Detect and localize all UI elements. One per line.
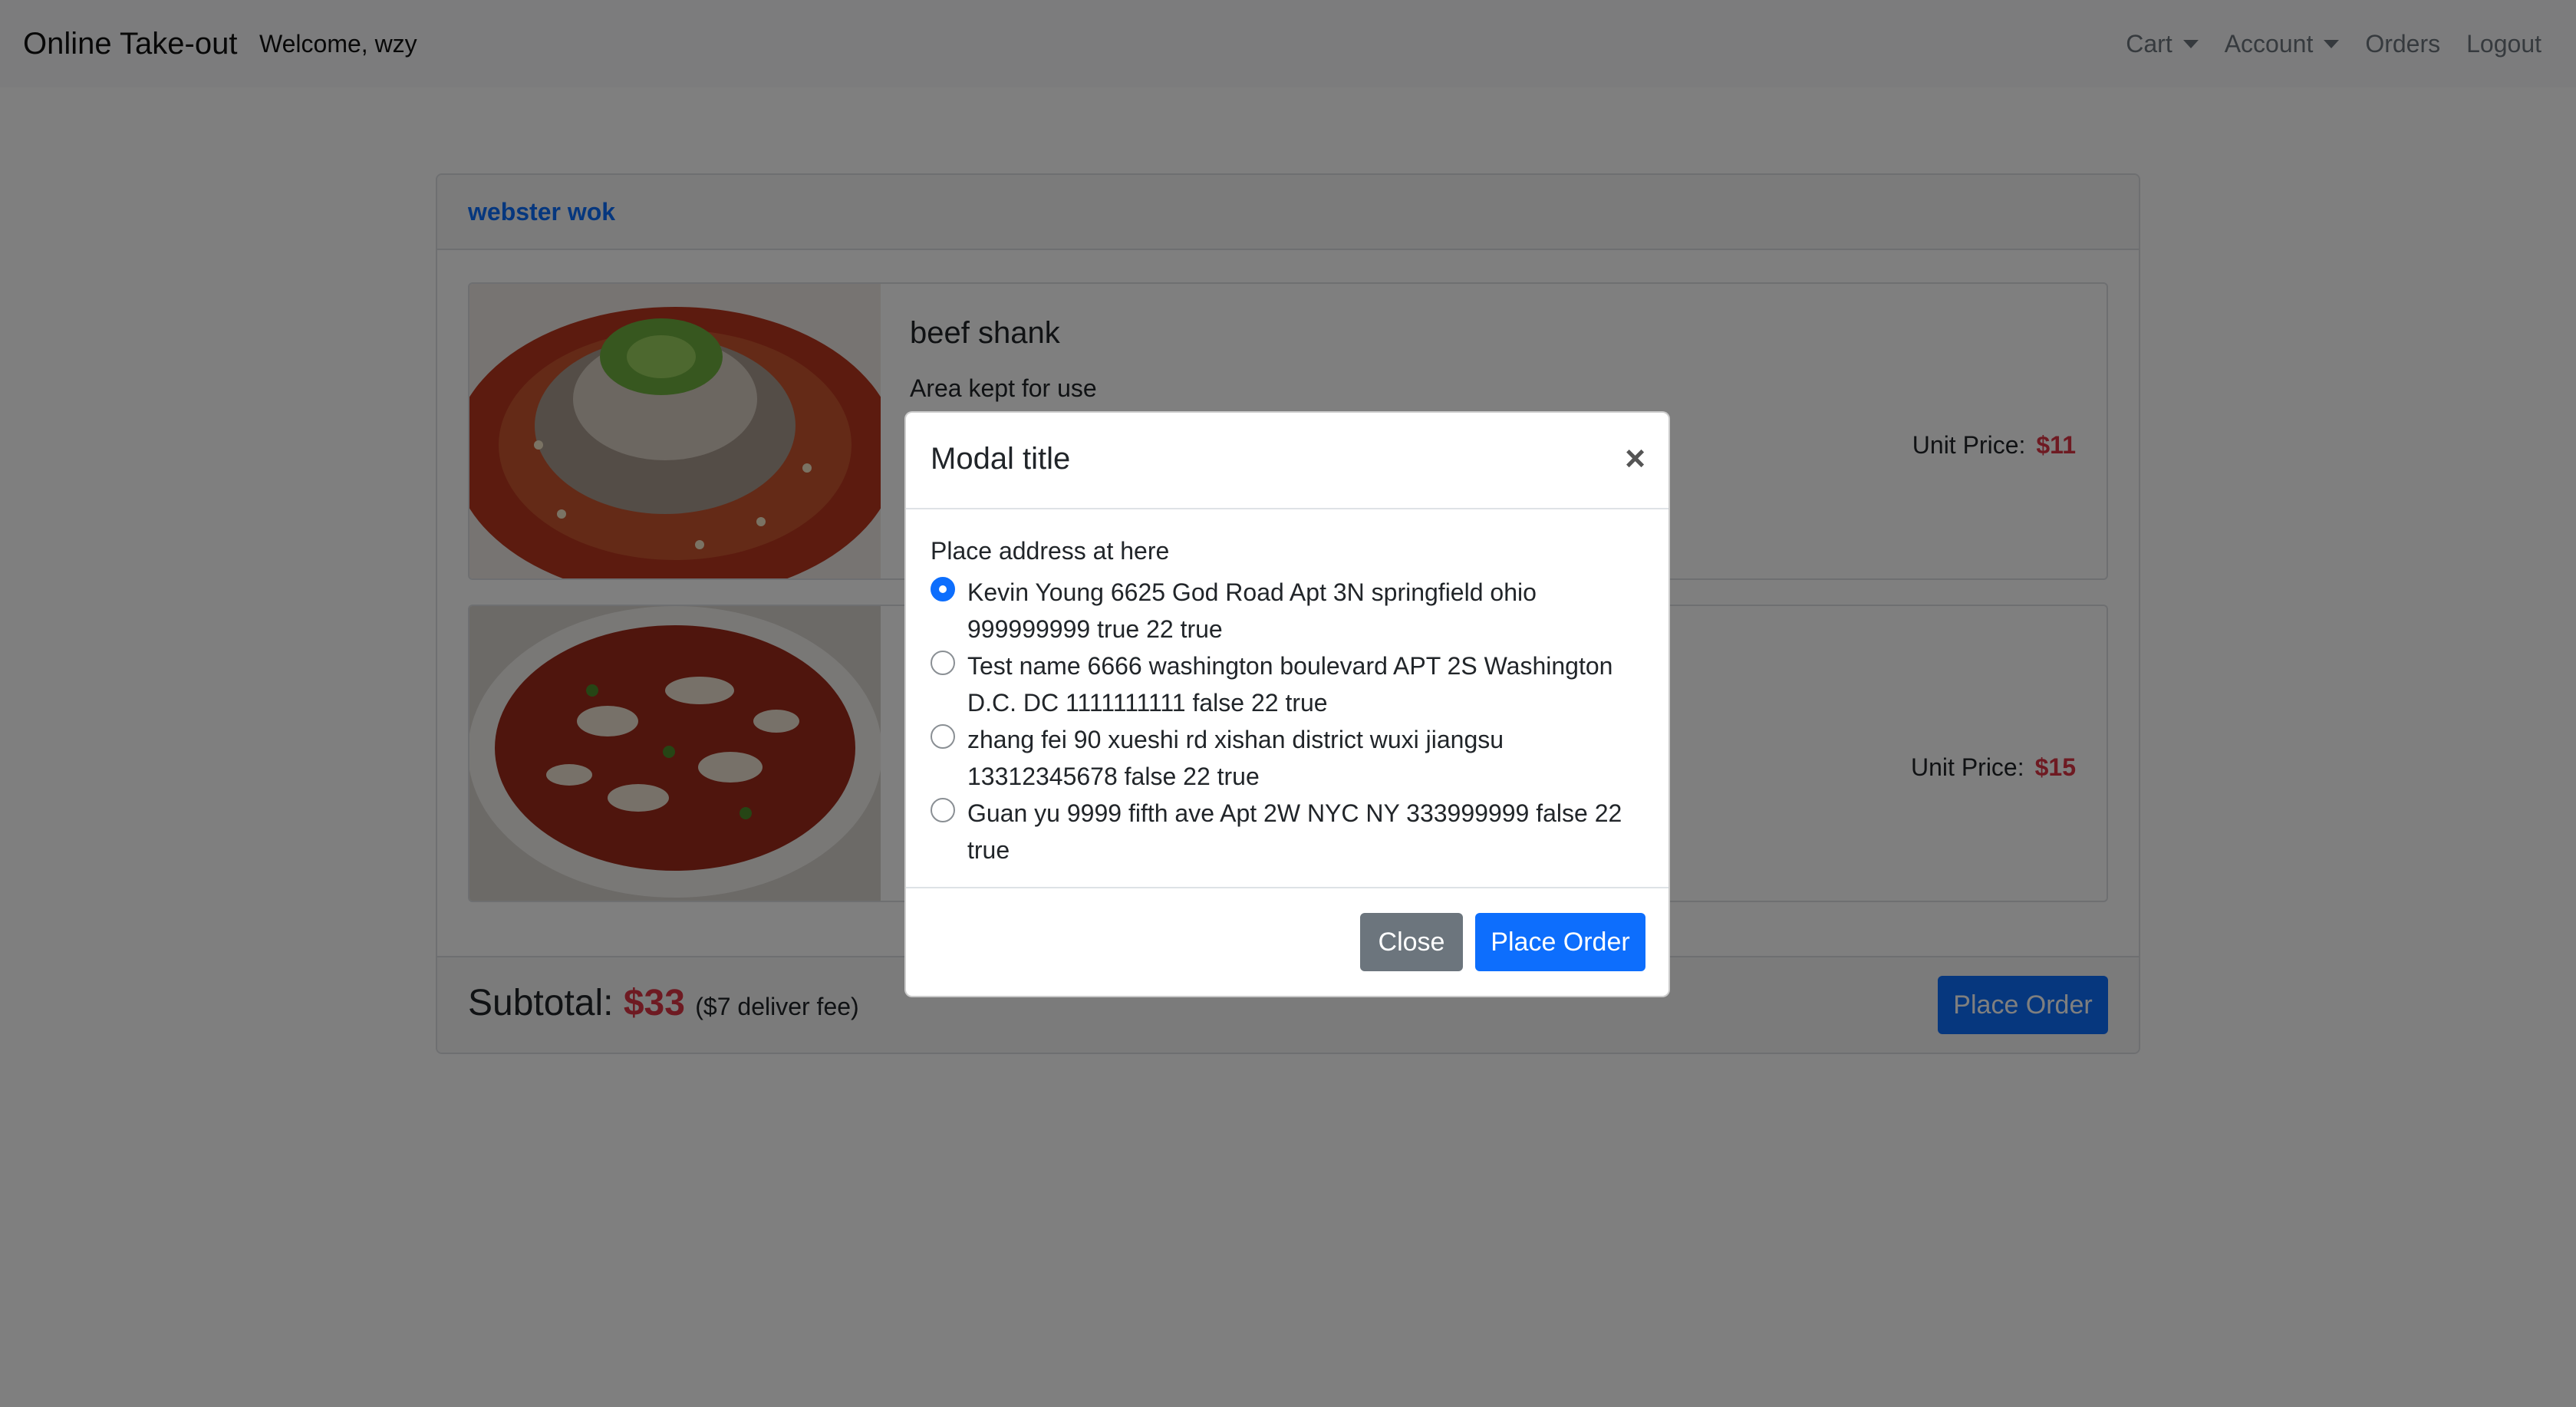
modal-place-order-button[interactable]: Place Order: [1475, 913, 1645, 971]
close-icon[interactable]: ×: [1625, 440, 1645, 476]
address-radio[interactable]: [931, 724, 955, 749]
address-radio[interactable]: [931, 651, 955, 675]
address-option[interactable]: Guan yu 9999 fifth ave Apt 2W NYC NY 333…: [931, 795, 1652, 868]
close-button[interactable]: Close: [1360, 913, 1463, 971]
address-prompt: Place address at here: [931, 537, 1170, 565]
address-radio[interactable]: [931, 798, 955, 822]
address-radio[interactable]: [931, 577, 955, 601]
modal-footer: Close Place Order: [906, 888, 1668, 996]
address-text: Kevin Young 6625 God Road Apt 3N springf…: [967, 578, 1537, 643]
address-option[interactable]: zhang fei 90 xueshi rd xishan district w…: [931, 721, 1652, 795]
address-modal: Modal title × Place address at here Kevi…: [904, 411, 1670, 997]
address-text: Guan yu 9999 fifth ave Apt 2W NYC NY 333…: [967, 799, 1622, 864]
modal-body: Place address at here Kevin Young 6625 G…: [906, 509, 1668, 888]
address-option[interactable]: Test name 6666 washington boulevard APT …: [931, 647, 1652, 721]
modal-title: Modal title: [931, 442, 1071, 476]
address-option[interactable]: Kevin Young 6625 God Road Apt 3N springf…: [931, 574, 1652, 647]
modal-header: Modal title ×: [906, 413, 1668, 509]
address-text: zhang fei 90 xueshi rd xishan district w…: [967, 726, 1504, 790]
address-text: Test name 6666 washington boulevard APT …: [967, 652, 1613, 717]
page: Online Take-out Welcome, wzy Cart Accoun…: [0, 0, 2576, 1407]
